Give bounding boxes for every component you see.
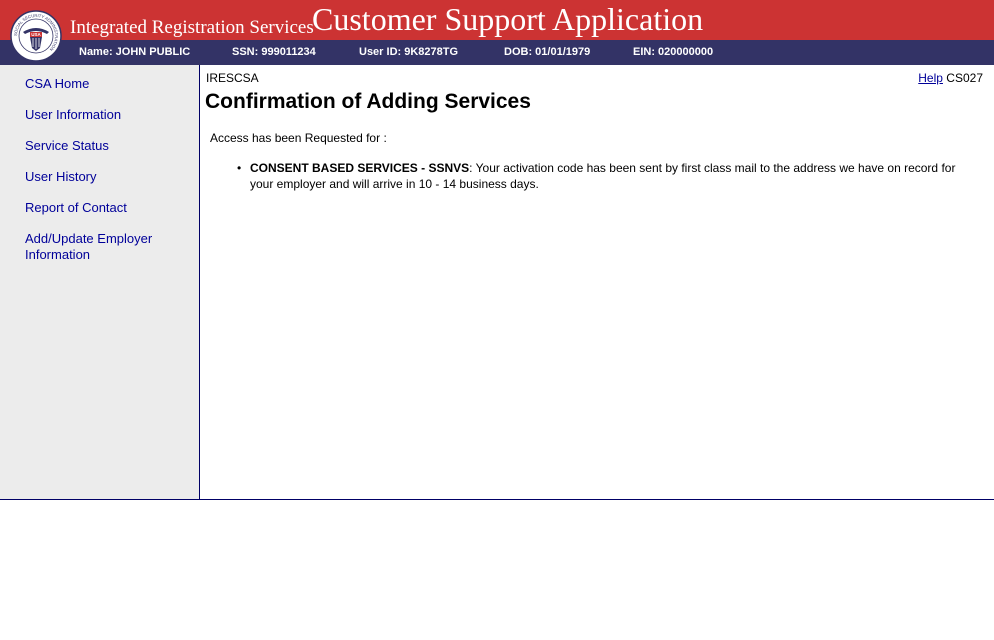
sidebar-item-add-update-employer[interactable]: Add/Update Employer Information bbox=[25, 231, 175, 263]
app-header: Integrated Registration Services Custome… bbox=[0, 0, 994, 40]
ssa-seal-logo: SOCIAL SECURITY ADMINISTRATION USA bbox=[10, 10, 62, 62]
sidebar-divider bbox=[199, 65, 200, 500]
screen-code: CS027 bbox=[946, 71, 983, 85]
user-dob: DOB: 01/01/1979 bbox=[504, 46, 591, 58]
sidebar-item-service-status[interactable]: Service Status bbox=[25, 138, 185, 154]
user-name: Name: JOHN PUBLIC bbox=[79, 46, 191, 58]
help-area: Help CS027 bbox=[918, 71, 983, 85]
list-item: • CONSENT BASED SERVICES - SSNVS: Your ac… bbox=[234, 160, 974, 192]
help-link[interactable]: Help bbox=[918, 71, 943, 85]
requested-services-list: • CONSENT BASED SERVICES - SSNVS: Your ac… bbox=[234, 160, 974, 192]
user-ein: EIN: 020000000 bbox=[633, 46, 714, 58]
seal-usa-text: USA bbox=[31, 32, 41, 37]
footer-divider bbox=[0, 499, 994, 500]
user-id: User ID: 9K8278TG bbox=[359, 46, 459, 58]
user-ssn: SSN: 999011234 bbox=[232, 46, 316, 58]
sidebar-item-report-of-contact[interactable]: Report of Contact bbox=[25, 200, 185, 216]
access-requested-text: Access has been Requested for : bbox=[210, 131, 387, 145]
app-title: Customer Support Application bbox=[312, 1, 704, 37]
bullet-icon: • bbox=[237, 161, 242, 175]
page-title: Confirmation of Adding Services bbox=[205, 90, 531, 113]
system-name: Integrated Registration Services bbox=[70, 17, 314, 38]
user-info-bar: Name: JOHN PUBLIC SSN: 999011234 User ID… bbox=[0, 40, 994, 65]
screen-id: IRESCSA bbox=[206, 71, 259, 85]
sidebar-item-user-history[interactable]: User History bbox=[25, 169, 185, 185]
sidebar-item-user-information[interactable]: User Information bbox=[25, 107, 185, 123]
service-name: CONSENT BASED SERVICES - SSNVS bbox=[250, 161, 470, 175]
sidebar-item-csa-home[interactable]: CSA Home bbox=[25, 76, 185, 92]
sidebar-nav: CSA Home User Information Service Status… bbox=[0, 65, 199, 500]
